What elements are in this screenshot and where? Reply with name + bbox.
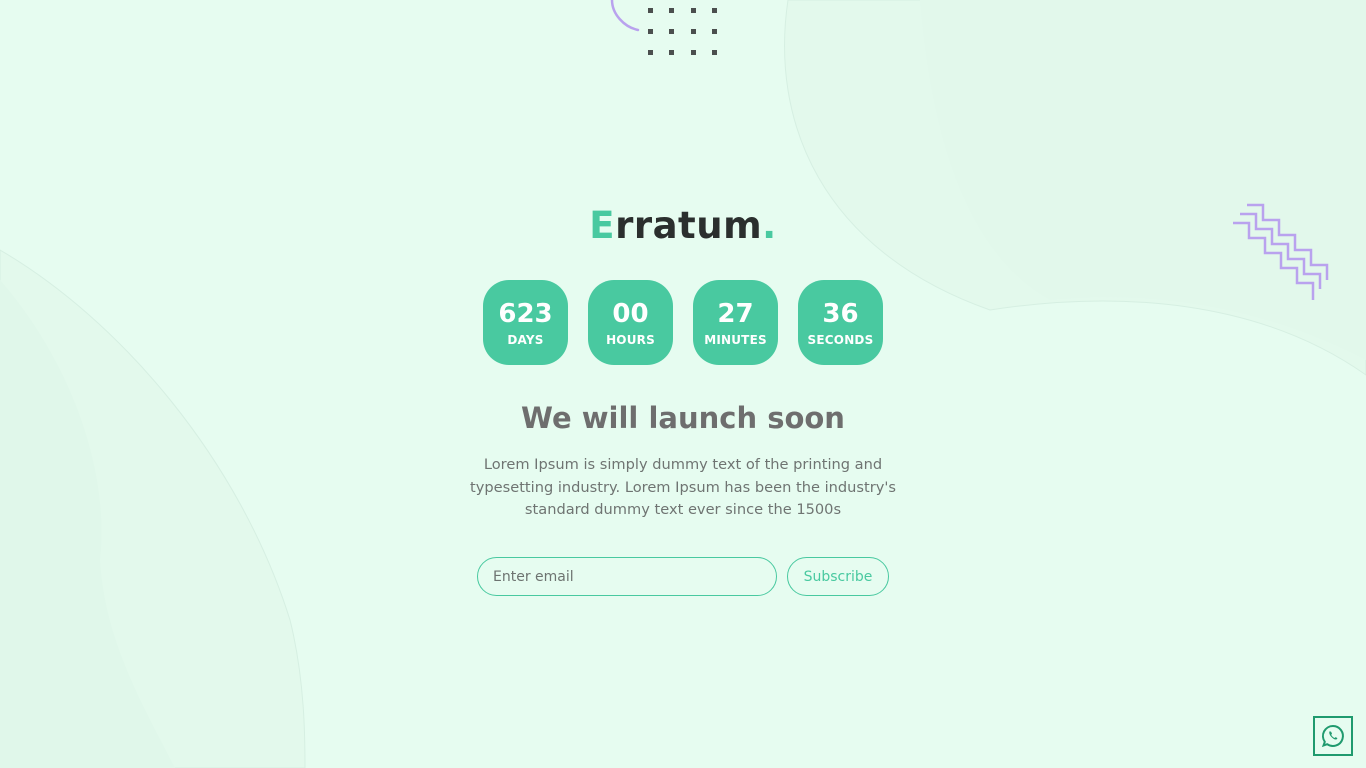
email-field[interactable] [477, 557, 777, 596]
coming-soon-page: Erratum. 623 DAYS 00 HOURS 27 MINUTES 36… [0, 0, 1366, 768]
countdown-days-label: DAYS [507, 333, 544, 347]
countdown-hours-label: HOURS [606, 333, 655, 347]
countdown-minutes-value: 27 [717, 299, 754, 329]
page-description: Lorem Ipsum is simply dummy text of the … [470, 456, 896, 518]
countdown-hours-value: 00 [612, 299, 649, 329]
brand-logo-first-letter: E [589, 204, 616, 247]
whatsapp-icon [1321, 724, 1344, 748]
countdown-minutes-label: MINUTES [704, 333, 767, 347]
countdown-seconds-label: SECONDS [807, 333, 874, 347]
countdown-seconds-value: 36 [822, 299, 859, 329]
countdown-days-value: 623 [498, 299, 553, 329]
countdown-seconds: 36 SECONDS [798, 280, 883, 365]
countdown-minutes: 27 MINUTES [693, 280, 778, 365]
countdown-timer: 623 DAYS 00 HOURS 27 MINUTES 36 SECONDS [483, 280, 883, 365]
brand-logo: Erratum. [0, 204, 1366, 247]
whatsapp-button[interactable] [1313, 716, 1353, 756]
brand-logo-name: rratum [615, 204, 763, 247]
countdown-hours: 00 HOURS [588, 280, 673, 365]
subscribe-button[interactable]: Subscribe [787, 557, 889, 596]
brand-logo-dot: . [762, 204, 777, 247]
page-headline: We will launch soon [521, 401, 845, 435]
subscribe-form: Subscribe [477, 557, 889, 596]
countdown-days: 623 DAYS [483, 280, 568, 365]
